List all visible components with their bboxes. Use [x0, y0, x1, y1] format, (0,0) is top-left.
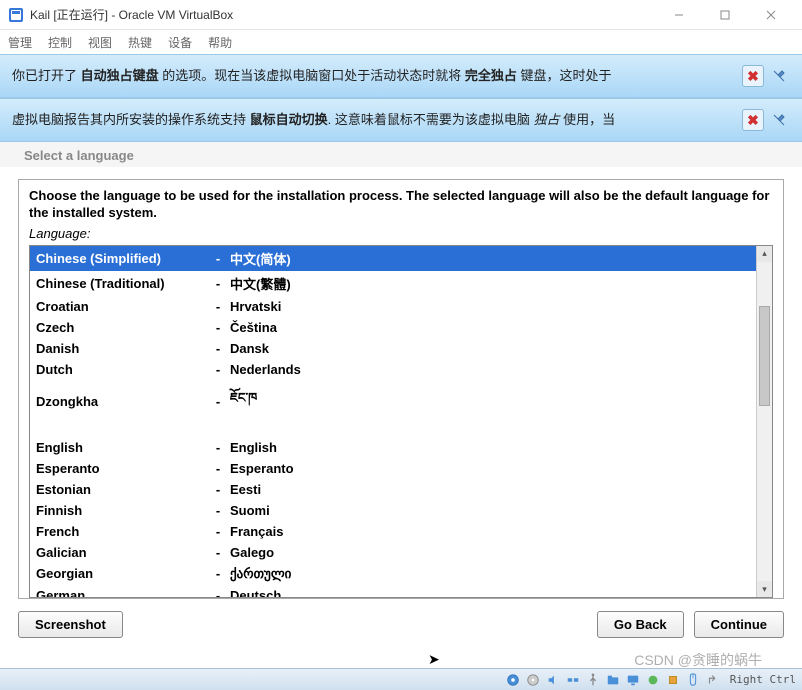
- language-label: Language:: [29, 226, 773, 241]
- instructions: Choose the language to be used for the i…: [29, 188, 773, 222]
- app-icon: [8, 7, 24, 23]
- audio-icon[interactable]: [544, 672, 562, 688]
- menu-control[interactable]: 控制: [48, 34, 72, 51]
- go-back-button[interactable]: Go Back: [597, 611, 684, 638]
- language-option[interactable]: Chinese (Simplified)-中文(简体): [30, 246, 756, 271]
- menubar: 管理 控制 视图 热键 设备 帮助: [0, 30, 802, 54]
- language-option[interactable]: Finnish-Suomi: [30, 500, 756, 521]
- language-option[interactable]: German-Deutsch: [30, 585, 756, 597]
- close-button[interactable]: [748, 0, 794, 30]
- section-title: Select a language: [0, 142, 802, 167]
- language-option[interactable]: French-Français: [30, 521, 756, 542]
- screenshot-button[interactable]: Screenshot: [18, 611, 123, 638]
- menu-hotkeys[interactable]: 热键: [128, 34, 152, 51]
- mouse-integration-icon[interactable]: [684, 672, 702, 688]
- notification-pin-icon[interactable]: [768, 109, 790, 131]
- minimize-button[interactable]: [656, 0, 702, 30]
- language-option[interactable]: Georgian-ქართული: [30, 563, 756, 585]
- cpu-icon[interactable]: [664, 672, 682, 688]
- notification-mouse: 虚拟电脑报告其内所安装的操作系统支持 鼠标自动切换. 这意味着鼠标不需要为该虚拟…: [0, 98, 802, 142]
- window-title: Kail [正在运行] - Oracle VM VirtualBox: [30, 6, 656, 23]
- menu-view[interactable]: 视图: [88, 34, 112, 51]
- watermark: CSDN @贪睡的蜗牛: [634, 650, 762, 670]
- notification-keyboard: 你已打开了 自动独占键盘 的选项。现在当该虚拟电脑窗口处于活动状态时就将 完全独…: [0, 54, 802, 98]
- language-list-wrapper: Chinese (Simplified)-中文(简体)Chinese (Trad…: [29, 245, 773, 598]
- mouse-cursor-icon: ➤: [428, 651, 440, 668]
- hostkey-label: Right Ctrl: [730, 673, 796, 686]
- content-area: Choose the language to be used for the i…: [0, 167, 802, 599]
- statusbar: Right Ctrl: [0, 668, 802, 690]
- language-panel: Choose the language to be used for the i…: [18, 179, 784, 599]
- optical-icon[interactable]: [524, 672, 542, 688]
- scroll-thumb[interactable]: [759, 306, 770, 406]
- scrollbar[interactable]: ▴ ▾: [756, 246, 772, 597]
- language-option[interactable]: Dzongkha-ཇོང་ཁ: [30, 380, 756, 423]
- maximize-button[interactable]: [702, 0, 748, 30]
- menu-help[interactable]: 帮助: [208, 34, 232, 51]
- language-option[interactable]: Estonian-Eesti: [30, 479, 756, 500]
- network-icon[interactable]: [564, 672, 582, 688]
- display-icon[interactable]: [624, 672, 642, 688]
- notification-close-button[interactable]: ✖: [742, 109, 764, 131]
- usb-icon[interactable]: [584, 672, 602, 688]
- language-option[interactable]: Galician-Galego: [30, 542, 756, 563]
- button-row: Screenshot Go Back Continue: [0, 599, 802, 650]
- language-list[interactable]: Chinese (Simplified)-中文(简体)Chinese (Trad…: [30, 246, 756, 597]
- notification-close-button[interactable]: ✖: [742, 65, 764, 87]
- language-option[interactable]: Danish-Dansk: [30, 338, 756, 359]
- hostkey-arrow-icon: [704, 672, 722, 688]
- harddisk-icon[interactable]: [504, 672, 522, 688]
- language-option[interactable]: Chinese (Traditional)-中文(繁體): [30, 271, 756, 296]
- language-option[interactable]: Czech-Čeština: [30, 317, 756, 338]
- notification-pin-icon[interactable]: [768, 65, 790, 87]
- language-option[interactable]: Croatian-Hrvatski: [30, 296, 756, 317]
- window-controls: [656, 0, 794, 30]
- menu-devices[interactable]: 设备: [168, 34, 192, 51]
- recording-icon[interactable]: [644, 672, 662, 688]
- shared-folder-icon[interactable]: [604, 672, 622, 688]
- window-titlebar: Kail [正在运行] - Oracle VM VirtualBox: [0, 0, 802, 30]
- language-option[interactable]: Dutch-Nederlands: [30, 359, 756, 380]
- scroll-up-button[interactable]: ▴: [757, 246, 772, 262]
- scroll-down-button[interactable]: ▾: [757, 581, 772, 597]
- menu-manage[interactable]: 管理: [8, 34, 32, 51]
- language-option[interactable]: Esperanto-Esperanto: [30, 458, 756, 479]
- continue-button[interactable]: Continue: [694, 611, 784, 638]
- language-option[interactable]: English-English: [30, 437, 756, 458]
